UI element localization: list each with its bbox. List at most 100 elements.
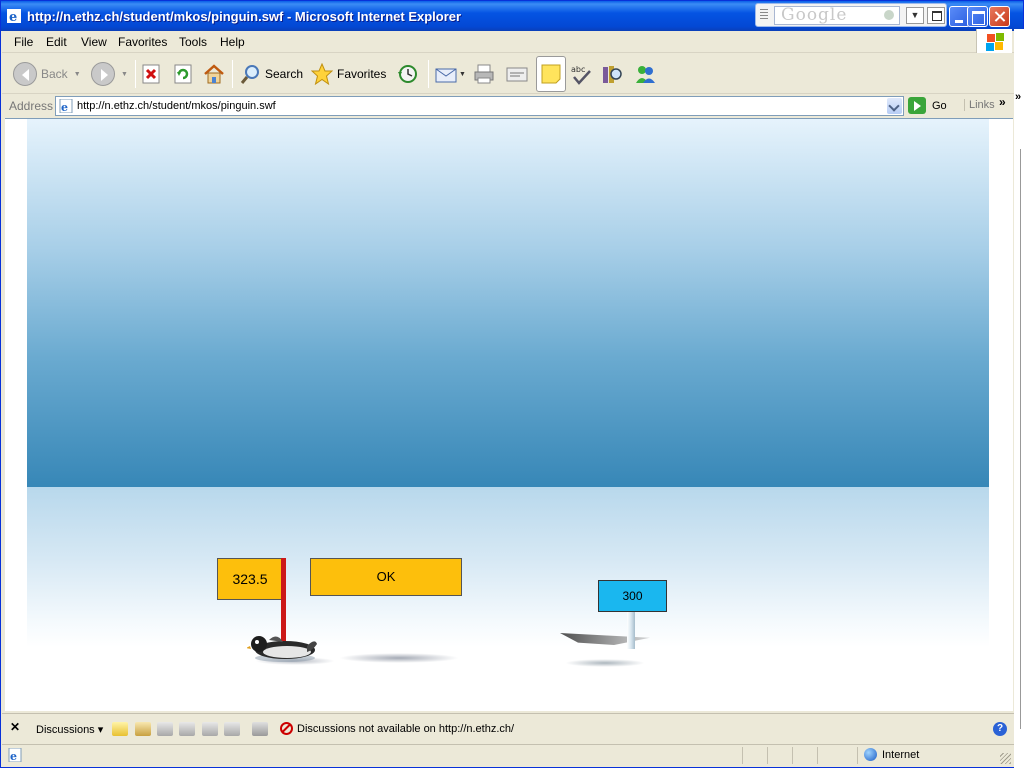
print-button[interactable] bbox=[473, 59, 495, 89]
address-input[interactable]: e http://n.ethz.ch/student/mkos/pinguin.… bbox=[55, 96, 904, 116]
google-dropdown-button[interactable]: ▼ bbox=[906, 7, 924, 24]
collapse-icon[interactable] bbox=[179, 722, 195, 736]
security-zone[interactable]: Internet bbox=[864, 748, 919, 761]
toolbar-separator bbox=[135, 60, 136, 88]
resize-grip-icon[interactable] bbox=[1000, 753, 1011, 764]
game-sky bbox=[27, 119, 989, 487]
go-label: Go bbox=[932, 99, 947, 112]
search-button[interactable]: Search bbox=[239, 59, 303, 89]
status-divider bbox=[742, 747, 743, 764]
menu-edit[interactable]: Edit bbox=[46, 35, 67, 49]
search-label: Search bbox=[265, 67, 304, 81]
status-divider bbox=[817, 747, 818, 764]
stop-button[interactable] bbox=[140, 59, 162, 89]
title-bar[interactable]: e http://n.ethz.ch/student/mkos/pinguin.… bbox=[1, 1, 1023, 31]
right-edge: » bbox=[1014, 29, 1024, 769]
search-icon bbox=[240, 65, 259, 84]
mail-button[interactable]: ▼ bbox=[435, 59, 466, 89]
discussions-label: Discussions bbox=[36, 724, 95, 736]
ok-button[interactable]: OK bbox=[310, 558, 462, 596]
standard-toolbar: Back ▼ ▼ Search Favorites ▼ abc bbox=[2, 54, 1014, 94]
zone-label: Internet bbox=[882, 748, 920, 761]
refresh-icon bbox=[174, 64, 192, 84]
status-divider bbox=[767, 747, 768, 764]
discussions-dropdown[interactable]: Discussions ▾ bbox=[36, 723, 103, 736]
previous-icon[interactable] bbox=[202, 722, 218, 736]
search-dot-icon bbox=[884, 10, 894, 20]
home-icon bbox=[204, 64, 224, 84]
subscribe-icon[interactable] bbox=[252, 722, 268, 736]
menu-favorites[interactable]: Favorites bbox=[118, 35, 167, 49]
address-url[interactable]: http://n.ethz.ch/student/mkos/pinguin.sw… bbox=[77, 100, 276, 112]
reply-icon[interactable] bbox=[135, 722, 151, 736]
slide-track-shadow bbox=[339, 653, 459, 663]
address-bar: Address e http://n.ethz.ch/student/mkos/… bbox=[2, 95, 1014, 117]
spellcheck-button[interactable]: abc bbox=[570, 59, 592, 89]
messenger-icon bbox=[636, 66, 655, 83]
messenger-button[interactable] bbox=[634, 59, 656, 89]
go-button[interactable]: Go bbox=[908, 97, 947, 114]
links-chevron-icon[interactable]: » bbox=[999, 95, 1006, 109]
discussions-status: Discussions not available on http://n.et… bbox=[280, 722, 514, 735]
history-button[interactable] bbox=[396, 59, 418, 89]
marker-ground-shadow bbox=[565, 659, 645, 667]
target-marker-pole bbox=[627, 611, 635, 649]
expand-icon[interactable] bbox=[157, 722, 173, 736]
new-discussion-icon[interactable] bbox=[112, 722, 128, 736]
close-discussions-icon[interactable]: ✕ bbox=[10, 720, 20, 734]
edit-button[interactable] bbox=[506, 59, 528, 89]
discussions-message: Discussions not available on http://n.et… bbox=[297, 722, 515, 735]
status-divider bbox=[792, 747, 793, 764]
svg-text:e: e bbox=[61, 101, 68, 113]
back-button[interactable]: Back ▼ bbox=[13, 59, 81, 89]
browser-window: e http://n.ethz.ch/student/mkos/pinguin.… bbox=[0, 0, 1024, 769]
menu-help[interactable]: Help bbox=[220, 35, 245, 49]
status-divider bbox=[857, 747, 858, 764]
menu-view[interactable]: View bbox=[81, 35, 107, 49]
back-arrow-icon bbox=[13, 62, 37, 86]
links-button[interactable]: Links bbox=[964, 99, 995, 111]
back-label: Back bbox=[41, 67, 68, 81]
favorites-button[interactable]: Favorites bbox=[311, 59, 386, 89]
toolbar-separator bbox=[232, 60, 233, 88]
menu-tools[interactable]: Tools bbox=[179, 35, 207, 49]
next-icon[interactable] bbox=[224, 722, 240, 736]
refresh-button[interactable] bbox=[172, 59, 194, 89]
svg-text:abc: abc bbox=[571, 65, 585, 74]
page-content: 323.5 OK 300 bbox=[5, 118, 1013, 711]
menu-file[interactable]: File bbox=[14, 35, 33, 49]
favorites-label: Favorites bbox=[337, 67, 387, 81]
forward-dropdown-icon[interactable]: ▼ bbox=[121, 71, 128, 78]
discussions-bar: ✕ Discussions ▾ Discussions not availabl… bbox=[2, 713, 1014, 743]
google-restore-button[interactable] bbox=[927, 7, 945, 24]
mail-icon bbox=[435, 68, 457, 83]
svg-text:e: e bbox=[9, 10, 17, 23]
address-label: Address bbox=[9, 99, 54, 113]
stop-icon bbox=[142, 64, 160, 84]
go-arrow-icon bbox=[908, 97, 926, 114]
chevron-right-icon[interactable]: » bbox=[1015, 91, 1021, 103]
page-icon: e bbox=[59, 99, 73, 113]
window-title: http://n.ethz.ch/student/mkos/pinguin.sw… bbox=[27, 9, 462, 24]
back-dropdown-icon[interactable]: ▼ bbox=[74, 71, 81, 78]
notes-button[interactable] bbox=[536, 56, 566, 92]
mail-dropdown-icon[interactable]: ▼ bbox=[459, 71, 466, 78]
google-search-input[interactable]: Google bbox=[774, 6, 900, 25]
address-dropdown-button[interactable] bbox=[887, 98, 902, 114]
close-button[interactable] bbox=[989, 6, 1010, 27]
home-button[interactable] bbox=[203, 59, 225, 89]
edit-page-icon bbox=[506, 67, 528, 82]
game-snow-field bbox=[27, 487, 989, 647]
google-toolbar[interactable]: Google ▼ bbox=[755, 3, 947, 27]
windows-logo-icon bbox=[976, 29, 1012, 53]
target-marker-sign: 300 bbox=[598, 580, 667, 612]
research-button[interactable] bbox=[601, 59, 623, 89]
status-bar: e Internet bbox=[2, 744, 1014, 766]
forward-arrow-icon bbox=[91, 62, 115, 86]
forward-button[interactable]: ▼ bbox=[91, 59, 128, 89]
page-status-icon: e bbox=[8, 748, 22, 762]
not-available-icon bbox=[280, 722, 293, 735]
help-icon[interactable]: ? bbox=[993, 722, 1007, 736]
history-icon bbox=[398, 65, 417, 83]
maximize-button[interactable] bbox=[967, 6, 988, 27]
